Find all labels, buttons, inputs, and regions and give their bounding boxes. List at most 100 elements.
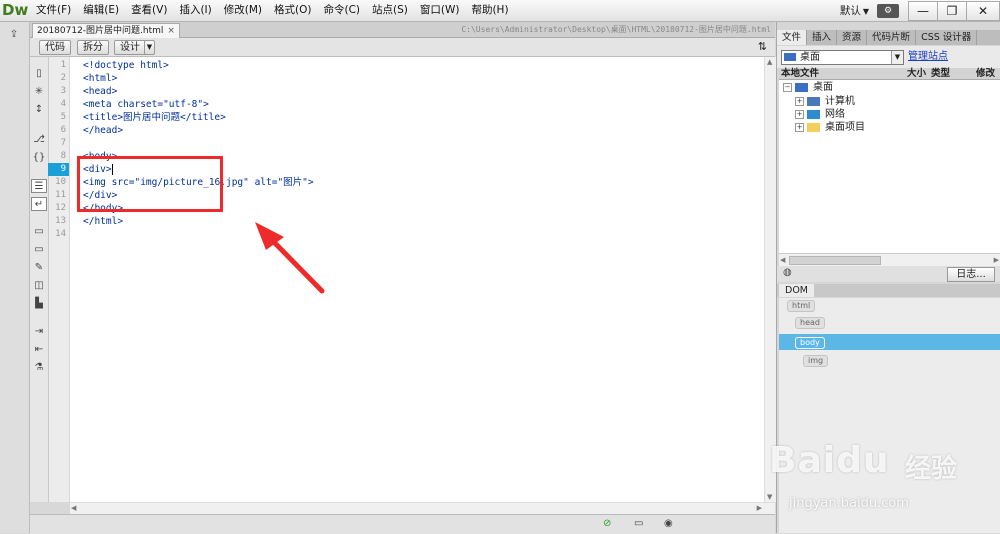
expand-icon[interactable]: + xyxy=(795,122,804,132)
menu-edit[interactable]: 编辑(E) xyxy=(77,0,125,21)
open-documents-icon[interactable]: ▯ xyxy=(31,67,47,81)
line-number: 12 xyxy=(55,203,66,213)
menu-commands[interactable]: 命令(C) xyxy=(317,0,366,21)
site-select[interactable]: 桌面 ▼ xyxy=(781,50,904,65)
column-modified[interactable]: 修改 xyxy=(976,68,995,79)
line-number-gutter: 1 2 3 4 5 6 7 8 9 10 11 12 13 14 xyxy=(48,57,70,502)
restore-button[interactable]: ❐ xyxy=(937,0,967,21)
menu-site[interactable]: 站点(S) xyxy=(366,0,414,21)
recent-snippets-icon[interactable]: ◫ xyxy=(31,279,47,293)
design-view-button[interactable]: 设计 xyxy=(114,40,146,55)
no-errors-icon[interactable]: ⊘ xyxy=(603,518,611,529)
menu-help[interactable]: 帮助(H) xyxy=(465,0,514,21)
dom-node-img[interactable]: img xyxy=(803,355,829,367)
app-logo: Dw xyxy=(2,1,29,19)
tab-insert[interactable]: 插入 xyxy=(807,30,838,45)
dom-node-head[interactable]: head xyxy=(795,317,825,329)
tree-node-computer[interactable]: + 计算机 xyxy=(795,95,855,108)
collapse-tag-icon[interactable]: ✳ xyxy=(31,85,47,99)
code-view-button[interactable]: 代码 xyxy=(39,40,71,55)
line-numbers-icon[interactable]: ☰ xyxy=(31,179,47,193)
select-parent-tag-icon[interactable]: ⎇ xyxy=(31,133,47,147)
upload-icon[interactable]: ⇪ xyxy=(6,28,22,42)
menu-window[interactable]: 窗口(W) xyxy=(414,0,466,21)
files-panel-toolbar: 桌面 ▼ 管理站点 xyxy=(777,46,1000,68)
tree-label: 网络 xyxy=(825,109,845,120)
code-line: </head> xyxy=(83,125,124,136)
remove-comment-icon[interactable]: ▭ xyxy=(31,243,47,257)
collapse-icon[interactable]: − xyxy=(783,82,792,92)
format-source-icon[interactable]: ⚗ xyxy=(31,361,47,375)
code-line: <head> xyxy=(83,86,118,97)
column-local-files[interactable]: 本地文件 xyxy=(781,68,819,79)
outdent-icon[interactable]: ⇤ xyxy=(31,343,47,357)
tab-snippets[interactable]: 代码片断 xyxy=(867,30,917,45)
scroll-left-icon[interactable]: ◀ xyxy=(71,504,76,512)
gear-icon[interactable]: ⚙ xyxy=(877,3,899,18)
expand-all-icon[interactable]: ↕ xyxy=(31,103,47,117)
scroll-up-icon[interactable]: ▲ xyxy=(767,58,772,66)
balance-braces-icon[interactable]: {} xyxy=(31,151,47,165)
editor-horizontal-scrollbar[interactable]: ◀ ▶ xyxy=(70,502,775,514)
tab-assets[interactable]: 资源 xyxy=(837,30,868,45)
menu-view[interactable]: 查看(V) xyxy=(125,0,173,21)
line-number: 3 xyxy=(60,86,66,96)
tree-node-desktop[interactable]: − 桌面 xyxy=(783,81,833,94)
code-line: </html> xyxy=(83,216,124,227)
view-dropdown-button[interactable]: ▼ xyxy=(144,40,155,55)
indent-icon[interactable]: ⇥ xyxy=(31,325,47,339)
computer-icon xyxy=(807,96,820,106)
connect-icon[interactable]: ◍ xyxy=(783,267,792,278)
line-number: 5 xyxy=(60,112,66,122)
wrap-tag-icon[interactable]: ✎ xyxy=(31,261,47,275)
scroll-left-icon[interactable]: ◀ xyxy=(780,256,785,264)
log-button[interactable]: 日志... xyxy=(947,267,995,282)
close-icon[interactable]: × xyxy=(167,26,175,36)
column-type[interactable]: 类型 xyxy=(931,68,950,79)
expand-icon[interactable]: + xyxy=(795,96,804,106)
move-css-icon[interactable]: ▙ xyxy=(31,297,47,311)
network-icon xyxy=(807,109,820,119)
close-window-button[interactable]: ✕ xyxy=(966,0,1000,21)
tab-dom[interactable]: DOM xyxy=(779,284,814,297)
column-size[interactable]: 大小 xyxy=(907,68,926,79)
document-tab[interactable]: 20180712-图片居中问题.html × xyxy=(32,23,180,38)
tree-node-network[interactable]: + 网络 xyxy=(795,108,845,121)
tab-css-designer[interactable]: CSS 设计器 xyxy=(916,30,978,45)
manage-sites-link[interactable]: 管理站点 xyxy=(908,50,948,64)
line-number: 11 xyxy=(55,190,66,200)
tree-label: 桌面 xyxy=(813,82,833,93)
workspace-label: 默认 xyxy=(839,5,861,17)
scroll-right-icon[interactable]: ▶ xyxy=(994,256,999,264)
scrollbar-thumb[interactable] xyxy=(789,256,881,265)
menu-insert[interactable]: 插入(I) xyxy=(173,0,217,21)
dom-node-body[interactable]: body xyxy=(795,337,825,349)
line-number: 13 xyxy=(55,216,66,226)
live-view-icon[interactable]: ◉ xyxy=(664,518,673,529)
expand-icon[interactable]: + xyxy=(795,109,804,119)
device-preview-icon[interactable]: ▭ xyxy=(634,518,643,529)
workspace-switcher[interactable]: 默认 ▼ xyxy=(840,3,869,18)
minimize-button[interactable]: — xyxy=(908,0,938,21)
scroll-right-icon[interactable]: ▶ xyxy=(757,504,762,512)
menu-file[interactable]: 文件(F) xyxy=(30,0,77,21)
monitor-icon xyxy=(784,53,796,61)
line-number: 8 xyxy=(60,151,66,161)
files-horizontal-scrollbar[interactable]: ◀ ▶ xyxy=(779,253,1000,266)
sort-icon[interactable]: ⇅ xyxy=(758,40,767,53)
tree-label: 桌面项目 xyxy=(825,122,865,133)
tab-files[interactable]: 文件 xyxy=(777,30,808,45)
watermark: Baidu 经验 jingyan.baidu.com xyxy=(763,418,1000,533)
watermark-cn: 经验 xyxy=(905,454,958,484)
split-view-button[interactable]: 拆分 xyxy=(77,40,109,55)
folder-icon xyxy=(807,122,820,132)
word-wrap-icon[interactable]: ↵ xyxy=(31,197,47,211)
chevron-down-icon: ▼ xyxy=(862,7,869,16)
menu-format[interactable]: 格式(O) xyxy=(268,0,317,21)
comment-icon[interactable]: ▭ xyxy=(31,225,47,239)
menu-modify[interactable]: 修改(M) xyxy=(218,0,268,21)
dom-node-html[interactable]: html xyxy=(787,300,816,312)
tree-node-desktop-items[interactable]: + 桌面项目 xyxy=(795,121,865,134)
tree-label: 计算机 xyxy=(825,96,855,107)
code-editor[interactable]: <!doctype html> <html> <head> <meta char… xyxy=(70,57,764,502)
